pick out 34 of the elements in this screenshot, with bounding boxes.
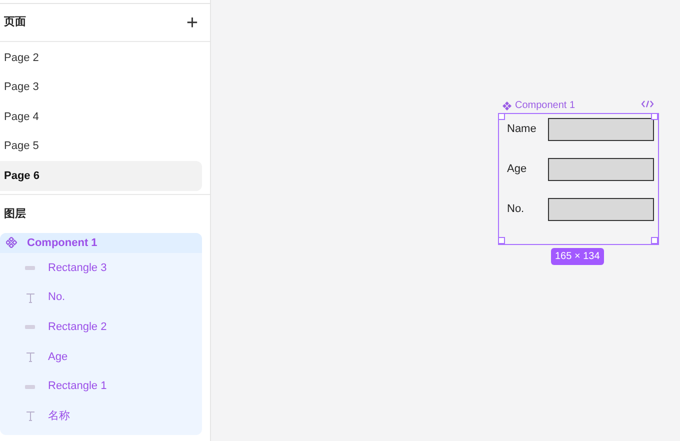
- layer-item[interactable]: Age: [48, 348, 68, 366]
- component-label[interactable]: Component 1: [515, 98, 576, 113]
- panel-title: 页面: [4, 15, 26, 30]
- component-icon: [502, 100, 512, 110]
- field-label: No.: [507, 202, 524, 218]
- layer-item[interactable]: Rectangle 1: [48, 378, 107, 395]
- text-icon: [26, 352, 34, 362]
- selection-frame[interactable]: Name Age No.: [498, 113, 659, 245]
- rectangle-icon: [25, 325, 35, 330]
- code-icon[interactable]: [641, 100, 654, 108]
- layer-item[interactable]: 名称: [48, 408, 70, 424]
- panel-title: 图层: [4, 206, 26, 222]
- resize-handle[interactable]: [651, 113, 658, 120]
- field-label: Name: [507, 122, 536, 138]
- resize-handle[interactable]: [498, 237, 505, 244]
- size-badge: 165 × 134: [551, 248, 604, 265]
- page-item[interactable]: Page 5: [0, 132, 202, 162]
- add-page-button[interactable]: +: [186, 12, 198, 32]
- layer-item[interactable]: Rectangle 2: [48, 318, 107, 336]
- field-label: Age: [507, 162, 527, 178]
- resize-handle[interactable]: [651, 237, 658, 244]
- layer-item[interactable]: Component 1: [0, 232, 202, 253]
- rectangle-icon: [25, 384, 35, 389]
- page-item[interactable]: Page 4: [0, 102, 202, 132]
- text-icon: [26, 411, 34, 422]
- layer-item[interactable]: Rectangle 3: [48, 260, 107, 276]
- resize-handle[interactable]: [498, 113, 505, 120]
- page-item[interactable]: Page 2: [0, 43, 202, 73]
- component-icon: [6, 237, 17, 248]
- layer-item[interactable]: No.: [48, 289, 66, 306]
- rectangle-icon: [25, 266, 35, 270]
- text-icon: [26, 292, 34, 302]
- page-item[interactable]: Page 3: [0, 72, 202, 102]
- page-item[interactable]: Page 6: [0, 161, 202, 191]
